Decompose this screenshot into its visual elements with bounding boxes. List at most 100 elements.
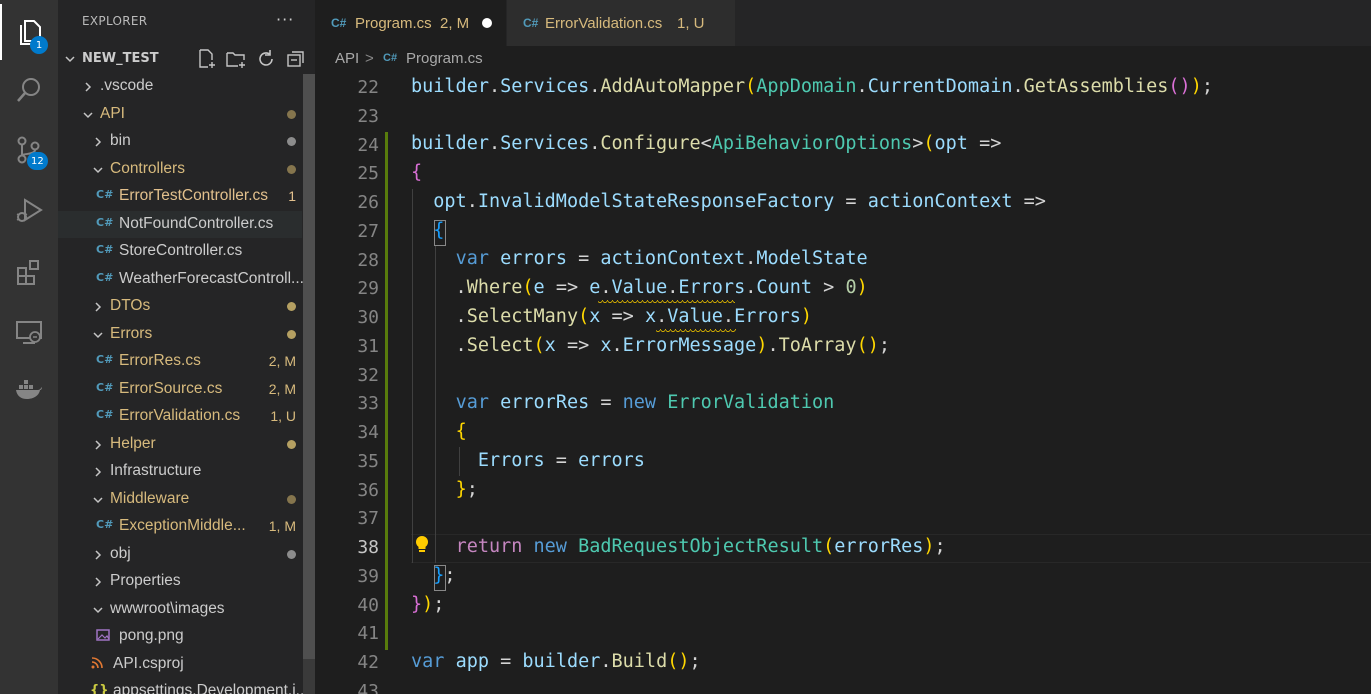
tree-item-label: DTOs bbox=[110, 297, 151, 314]
tree-item-label: ErrorValidation.cs bbox=[119, 407, 241, 424]
tree-file[interactable]: C# ExceptionMiddle... 1, M bbox=[58, 513, 302, 540]
tree-file[interactable]: API.csproj bbox=[58, 651, 302, 678]
explorer-activity[interactable]: 1 bbox=[0, 4, 58, 60]
new-file-icon[interactable] bbox=[196, 48, 218, 70]
tree-item-label: .vscode bbox=[100, 77, 154, 94]
modified-dot-icon bbox=[287, 549, 296, 559]
tree-file[interactable]: C# ErrorValidation.cs 1, U bbox=[58, 403, 302, 430]
tree-file[interactable]: C# ErrorSource.cs 2, M bbox=[58, 376, 302, 403]
warning-squiggle[interactable] bbox=[656, 329, 736, 333]
run-debug-activity[interactable] bbox=[0, 182, 58, 238]
code-line: { bbox=[411, 162, 423, 183]
line-number: 30 bbox=[357, 307, 379, 328]
modified-dot-icon bbox=[287, 164, 296, 174]
modified-dot-icon bbox=[287, 329, 296, 339]
code-editor[interactable]: 22 23 24 25 26 27 28 29 30 31 32 33 34 35 36 37 38 39 40 41… bbox=[315, 72, 1371, 694]
tree-item-label: appsettings.Development.j... bbox=[113, 682, 309, 694]
line-number: 38 bbox=[357, 537, 379, 558]
tree-item-label: ErrorTestController.cs bbox=[119, 187, 269, 204]
code-line: var errors = actionContext.ModelState bbox=[455, 248, 868, 269]
sidebar-scrollbar[interactable] bbox=[303, 74, 315, 694]
line-number: 34 bbox=[357, 422, 379, 443]
tree-item-label: WeatherForecastControll... bbox=[119, 269, 304, 287]
tree-folder[interactable]: .vscode bbox=[58, 73, 302, 100]
explorer-title: EXPLORER bbox=[82, 14, 148, 28]
tree-folder[interactable]: Properties bbox=[58, 568, 302, 595]
csharp-file-icon: C# bbox=[96, 270, 114, 284]
workspace-header[interactable]: NEW_TEST bbox=[58, 46, 315, 72]
chevron-down-icon bbox=[64, 53, 76, 65]
project-file-icon bbox=[90, 656, 104, 674]
csharp-file-icon: C# bbox=[96, 215, 114, 229]
tree-folder[interactable]: obj bbox=[58, 541, 302, 568]
code-line: return new BadRequestObjectResult(errorR… bbox=[455, 536, 946, 557]
tree-file[interactable]: pong.png bbox=[58, 623, 302, 650]
sidebar-scrollbar-thumb[interactable] bbox=[303, 74, 315, 659]
indent-guide bbox=[412, 189, 413, 563]
tab-status: 1, U bbox=[677, 14, 705, 32]
tree-folder[interactable]: Helper bbox=[58, 431, 302, 458]
breadcrumb-file[interactable]: Program.cs bbox=[406, 50, 483, 67]
breadcrumb: API > C# Program.cs bbox=[315, 46, 1371, 72]
tree-item-label: Infrastructure bbox=[110, 462, 202, 479]
refresh-icon[interactable] bbox=[255, 48, 277, 70]
tree-folder[interactable]: Errors bbox=[58, 321, 302, 348]
tree-folder[interactable]: DTOs bbox=[58, 293, 302, 320]
source-control-activity[interactable]: 12 bbox=[0, 122, 58, 178]
breadcrumb-folder[interactable]: API bbox=[335, 50, 359, 67]
tree-item-label: ExceptionMiddle... bbox=[119, 517, 246, 534]
editor-tabs: C# Program.cs 2, M C# ErrorValidation.cs… bbox=[315, 0, 1371, 46]
extensions-activity[interactable] bbox=[0, 244, 58, 300]
line-number: 31 bbox=[357, 335, 379, 357]
csharp-file-icon: C# bbox=[96, 380, 114, 394]
docker-activity[interactable] bbox=[0, 362, 58, 418]
csharp-file-icon: C# bbox=[523, 16, 539, 30]
workspace-name: NEW_TEST bbox=[82, 51, 159, 66]
tree-file[interactable]: C# WeatherForecastControll... bbox=[58, 266, 304, 293]
search-activity[interactable] bbox=[0, 62, 58, 118]
tree-file[interactable]: {} appsettings.Development.j... bbox=[58, 678, 309, 694]
csharp-file-icon: C# bbox=[331, 16, 347, 30]
code-line: { bbox=[455, 421, 467, 442]
tree-folder[interactable]: bin bbox=[58, 128, 302, 155]
unsaved-dot-icon[interactable] bbox=[482, 18, 492, 28]
warning-squiggle[interactable] bbox=[598, 300, 735, 304]
tab-errorvalidation-cs[interactable]: C# ErrorValidation.cs 1, U bbox=[507, 0, 735, 46]
tree-item-label: ErrorSource.cs bbox=[119, 379, 223, 397]
tab-label: ErrorValidation.cs bbox=[545, 14, 663, 32]
code-line: .SelectMany(x => x.Value.Errors) bbox=[411, 306, 813, 327]
line-number: 33 bbox=[357, 393, 379, 415]
code-line: var errorRes = new ErrorValidation bbox=[455, 392, 835, 413]
tree-folder[interactable]: Controllers bbox=[58, 156, 302, 183]
new-folder-icon[interactable] bbox=[225, 48, 247, 70]
line-number: 29 bbox=[357, 278, 379, 300]
tree-file[interactable]: C# ErrorTestController.cs 1 bbox=[58, 183, 302, 210]
line-number: 37 bbox=[357, 508, 379, 530]
tree-file[interactable]: C# StoreController.cs bbox=[58, 238, 302, 265]
line-number: 24 bbox=[357, 134, 379, 156]
line-number: 41 bbox=[357, 623, 379, 645]
tree-item-label: API.csproj bbox=[113, 654, 184, 672]
chevron-right-icon bbox=[92, 439, 104, 451]
tree-item-label: NotFoundController.cs bbox=[119, 214, 274, 232]
docker-icon bbox=[16, 380, 42, 399]
tab-program-cs[interactable]: C# Program.cs 2, M bbox=[315, 0, 506, 46]
extensions-icon bbox=[17, 260, 39, 285]
explorer-badge: 1 bbox=[30, 36, 48, 54]
tree-folder[interactable]: Infrastructure bbox=[58, 458, 302, 485]
line-number: 42 bbox=[357, 652, 379, 673]
code-line: var app = builder.Build(); bbox=[411, 651, 701, 672]
tree-item-label: API bbox=[100, 104, 125, 122]
json-file-icon: {} bbox=[90, 683, 109, 694]
tree-folder[interactable]: Middleware bbox=[58, 486, 302, 513]
tree-file[interactable]: C# ErrorRes.cs 2, M bbox=[58, 348, 302, 375]
tree-folder[interactable]: API bbox=[58, 101, 302, 128]
lightbulb-icon[interactable] bbox=[414, 535, 430, 555]
tree-file[interactable]: C# NotFoundController.cs bbox=[58, 210, 302, 238]
more-actions-icon[interactable]: ··· bbox=[276, 10, 294, 29]
breadcrumb-separator: > bbox=[365, 50, 374, 67]
code-line: builder.Services.Configure<ApiBehaviorOp… bbox=[411, 133, 1002, 154]
remote-explorer-activity[interactable] bbox=[0, 304, 58, 360]
tree-folder[interactable]: wwwroot\images bbox=[58, 596, 302, 623]
collapse-all-icon[interactable] bbox=[285, 48, 307, 70]
